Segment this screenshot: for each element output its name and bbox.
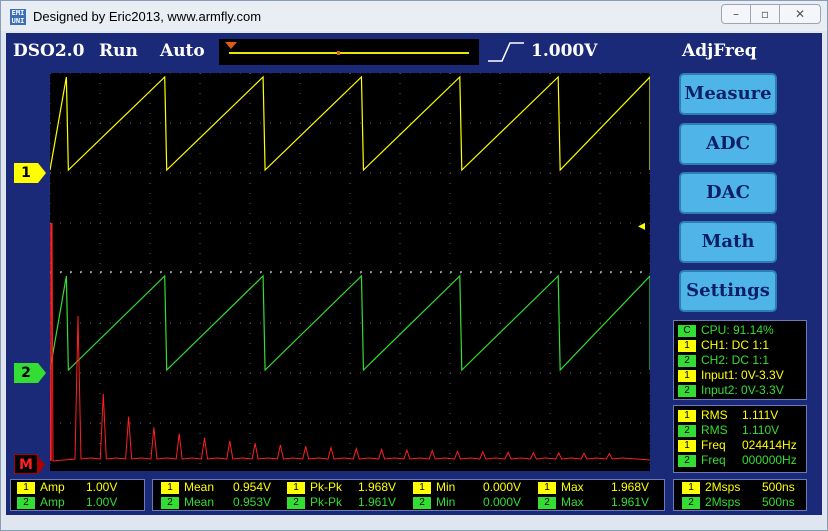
ch2-marker[interactable]: 2 xyxy=(14,363,46,383)
window-title: Designed by Eric2013, www.armfly.com xyxy=(33,9,262,24)
ch2-timebase-row: 2 2Msps 500ns xyxy=(674,495,806,510)
timebase-panel: 1 2Msps 500ns 2 2Msps 500ns xyxy=(673,479,807,511)
trigger-position-bar[interactable] xyxy=(219,39,479,65)
rms-row: 2 RMS 1.110V xyxy=(678,423,802,438)
product-label: DSO2.0 xyxy=(13,41,85,61)
rms-row: 1 Freq 024414Hz xyxy=(678,438,802,453)
ch1-amp-row: 1 Amp 1.00V xyxy=(11,480,144,495)
status-row: C CPU: 91.14% xyxy=(678,323,802,338)
maximize-button[interactable]: ▫ xyxy=(750,4,780,24)
rms-row: 1 RMS 1.111V xyxy=(678,408,802,423)
math-button[interactable]: Math xyxy=(679,221,777,263)
waveform-display[interactable] xyxy=(50,73,650,471)
adc-button[interactable]: ADC xyxy=(679,123,777,165)
settings-button[interactable]: Settings xyxy=(679,270,777,312)
ch1-marker[interactable]: 1 xyxy=(14,163,46,183)
run-state[interactable]: Run xyxy=(99,41,138,61)
trigger-level-arrow-icon[interactable]: ◂ xyxy=(638,218,645,234)
measurements-panel: 1 Mean 0.954V 1 Pk-Pk 1.968V 1 Min 0.000V 1… xyxy=(152,479,665,511)
status-panel: C CPU: 91.14% 1 CH1: DC 1:1 2 CH2: DC 1:1 1 Inp… xyxy=(673,320,807,400)
status-row: 2 Input2: 0V-3.3V xyxy=(678,383,802,398)
oscilloscope-panel: DSO2.0 Run Auto 1.000V AdjFreq 1 2 M ◂ M… xyxy=(6,33,822,515)
adj-freq-label[interactable]: AdjFreq xyxy=(682,41,757,61)
dac-button[interactable]: DAC xyxy=(679,172,777,214)
ch1-measurements-row: 1 Mean 0.954V 1 Pk-Pk 1.968V 1 Min 0.000V 1… xyxy=(153,480,664,495)
trigger-mode[interactable]: Auto xyxy=(160,41,205,61)
title-bar: EMI UNI Designed by Eric2013, www.armfly.… xyxy=(1,1,827,31)
amplitude-panel: 1 Amp 1.00V 2 Amp 1.00V xyxy=(10,479,145,511)
rms-freq-panel: 1 RMS 1.111V 2 RMS 1.110V 1 Freq 024414Hz 2 Freq 00… xyxy=(673,405,807,473)
minimize-button[interactable]: – xyxy=(721,4,751,24)
rising-edge-icon xyxy=(488,42,524,62)
rms-row: 2 Freq 000000Hz xyxy=(678,453,802,468)
app-icon: EMI UNI xyxy=(10,9,26,25)
math-marker[interactable]: M xyxy=(14,454,45,475)
status-row: 1 Input1: 0V-3.3V xyxy=(678,368,802,383)
app-window: EMI UNI Designed by Eric2013, www.armfly.… xyxy=(0,0,828,531)
ch1-timebase-row: 1 2Msps 500ns xyxy=(674,480,806,495)
measure-button[interactable]: Measure xyxy=(679,73,777,115)
trigger-level: 1.000V xyxy=(531,41,598,61)
ch2-measurements-row: 2 Mean 0.953V 2 Pk-Pk 1.961V 2 Min 0.000V 2… xyxy=(153,495,664,510)
status-row: 2 CH2: DC 1:1 xyxy=(678,353,802,368)
ch2-amp-row: 2 Amp 1.00V xyxy=(11,495,144,510)
trigger-position-marker[interactable] xyxy=(225,42,237,49)
status-row: 1 CH1: DC 1:1 xyxy=(678,338,802,353)
waveform-canvas xyxy=(50,73,650,471)
close-button[interactable]: ✕ xyxy=(779,4,821,24)
